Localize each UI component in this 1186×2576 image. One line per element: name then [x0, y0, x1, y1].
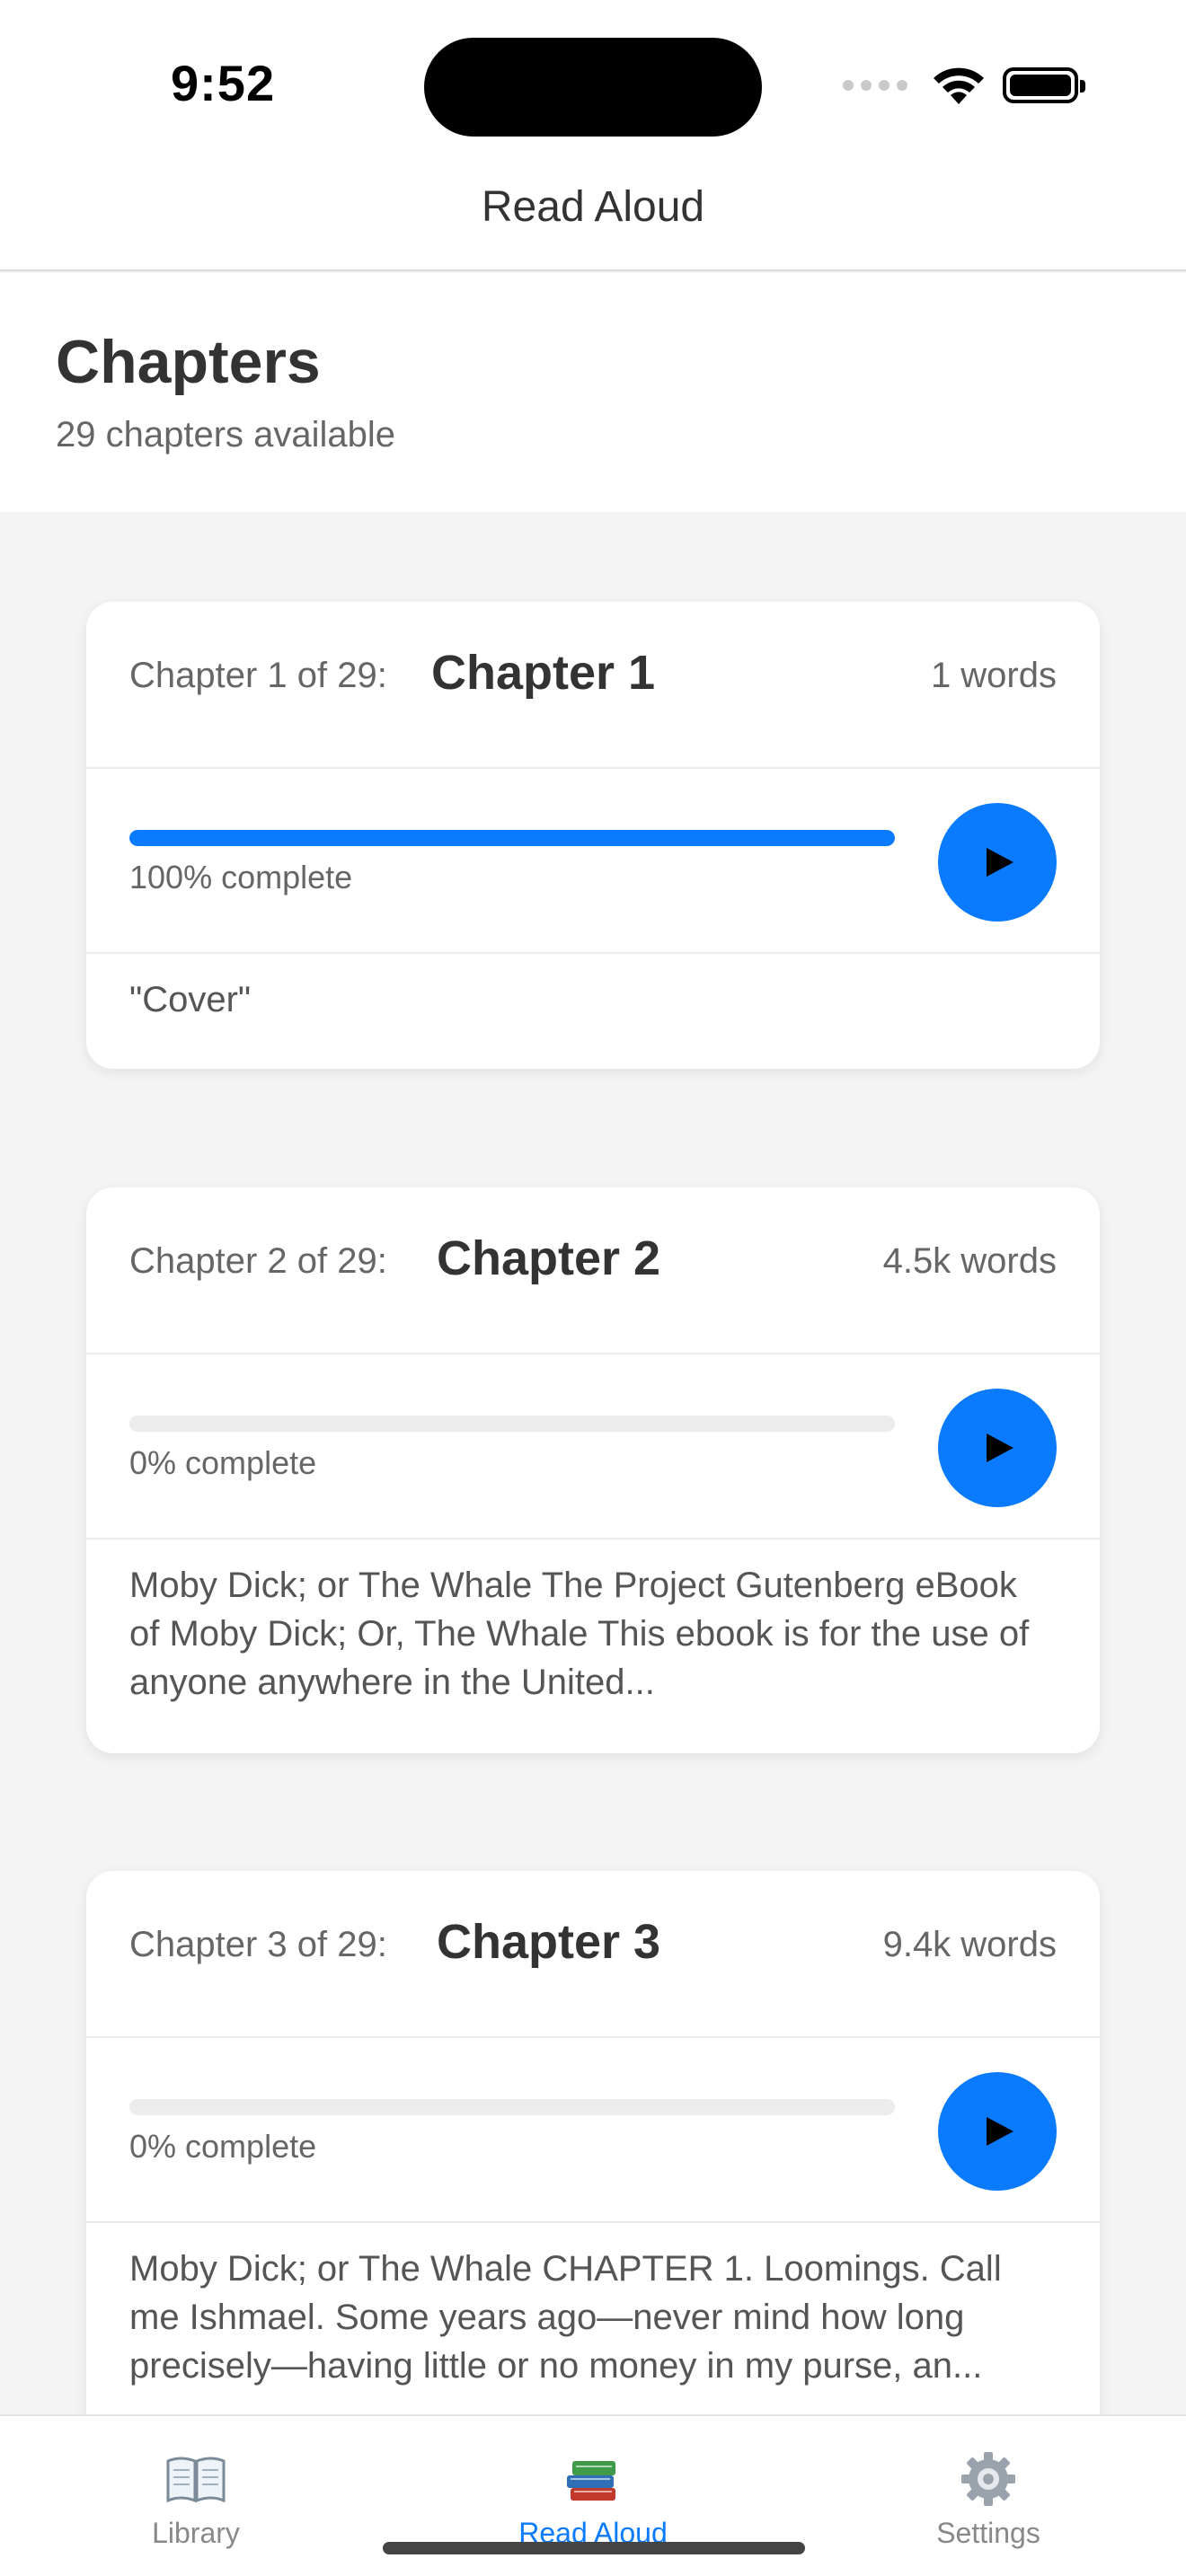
status-time: 9:52: [171, 55, 276, 111]
play-icon: [987, 2117, 1013, 2146]
play-icon: [987, 1434, 1013, 1462]
chapter-card[interactable]: Chapter 3 of 29: Chapter 3 9.4k words 0%…: [86, 1871, 1100, 2500]
tab-label: Settings: [936, 2517, 1040, 2549]
chapter-word-count: 4.5k words: [882, 1241, 1057, 1281]
nav-title: Read Aloud: [481, 182, 705, 231]
chapter-word-count: 9.4k words: [882, 1925, 1057, 1964]
progress-bar: [129, 830, 895, 846]
chapter-card-header: Chapter 3 of 29: Chapter 3 9.4k words: [86, 1871, 1100, 2038]
chapters-count: 29 chapters available: [56, 415, 396, 454]
progress-bar: [129, 2099, 895, 2115]
tab-library[interactable]: Library: [61, 2416, 331, 2576]
navigation-bar: Read Aloud: [0, 171, 1186, 271]
home-indicator: [383, 2542, 805, 2554]
dynamic-island: [424, 38, 762, 137]
chapter-title: Chapter 3: [437, 1915, 661, 1969]
chapter-excerpt: "Cover": [129, 980, 252, 1019]
play-button[interactable]: [938, 1389, 1057, 1507]
progress-label: 0% complete: [129, 1444, 317, 1481]
wifi-icon: [934, 67, 984, 104]
chapter-index: Chapter 1 of 29:: [129, 656, 387, 695]
progress-bar: [129, 1416, 895, 1432]
chapter-index: Chapter 2 of 29:: [129, 1241, 387, 1281]
chapter-title: Chapter 1: [431, 646, 656, 700]
chapter-excerpt: Moby Dick; or The Whale CHAPTER 1. Loomi…: [129, 2249, 1002, 2386]
play-button[interactable]: [938, 2072, 1057, 2191]
cellular-signal-icon: [843, 80, 907, 91]
play-button[interactable]: [938, 803, 1057, 922]
chapter-title: Chapter 2: [437, 1231, 661, 1285]
chapter-card-header: Chapter 1 of 29: Chapter 1 1 words: [86, 602, 1100, 769]
chapter-word-count: 1 words: [930, 656, 1057, 695]
battery-icon: [1003, 67, 1085, 103]
chapters-header: Chapters 29 chapters available: [0, 273, 1186, 512]
chapter-index: Chapter 3 of 29:: [129, 1925, 387, 1964]
chapter-progress-row: 0% complete: [86, 2038, 1100, 2223]
open-book-icon: [166, 2457, 226, 2503]
play-icon: [987, 848, 1013, 877]
page-title: Chapters: [56, 328, 321, 396]
status-indicators: [843, 63, 1085, 108]
tab-label: Library: [152, 2517, 240, 2549]
tab-settings[interactable]: Settings: [854, 2416, 1123, 2576]
progress-fill: [129, 830, 895, 846]
gear-icon: [961, 2452, 1015, 2506]
chapter-card-header: Chapter 2 of 29: Chapter 2 4.5k words: [86, 1187, 1100, 1354]
books-stack-icon: [567, 2461, 615, 2501]
progress-label: 100% complete: [129, 859, 353, 895]
status-bar: 9:52: [0, 0, 1186, 171]
progress-label: 0% complete: [129, 2128, 317, 2165]
chapter-card[interactable]: Chapter 2 of 29: Chapter 2 4.5k words 0%…: [86, 1187, 1100, 1753]
chapter-progress-row: 0% complete: [86, 1354, 1100, 1539]
chapter-card[interactable]: Chapter 1 of 29: Chapter 1 1 words 100% …: [86, 602, 1100, 1069]
chapter-progress-row: 100% complete: [86, 769, 1100, 954]
chapter-excerpt: Moby Dick; or The Whale The Project Gute…: [129, 1566, 1030, 1702]
